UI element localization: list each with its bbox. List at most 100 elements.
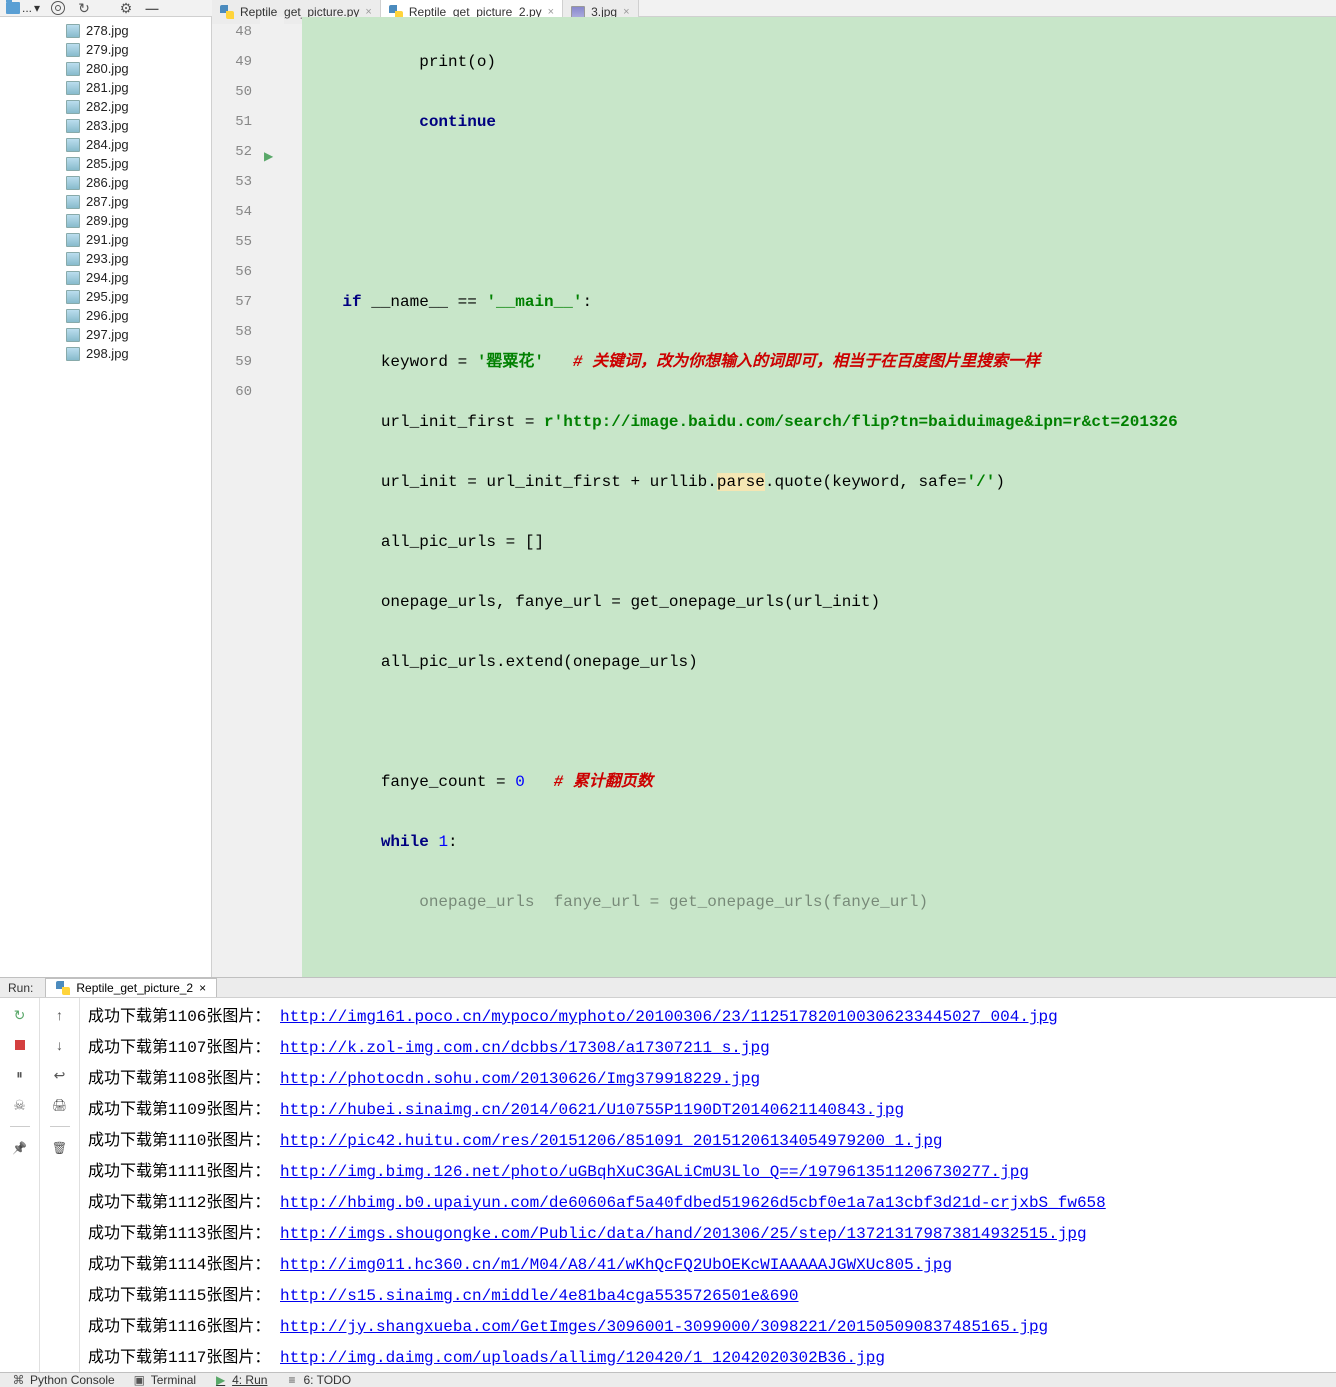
file-item[interactable]: 294.jpg — [0, 268, 211, 287]
console-line: 成功下载第1111张图片： http://img.bimg.126.net/ph… — [88, 1157, 1328, 1188]
console-link[interactable]: http://k.zol-img.com.cn/dcbbs/17308/a173… — [280, 1039, 770, 1057]
scroll-down-button[interactable] — [51, 1036, 69, 1054]
exit-button[interactable] — [11, 1096, 29, 1114]
fold-column[interactable] — [284, 17, 302, 977]
gear-icon[interactable] — [118, 0, 134, 16]
file-item[interactable]: 283.jpg — [0, 116, 211, 135]
file-name: 294.jpg — [86, 270, 129, 285]
image-file-icon — [66, 271, 80, 285]
project-tree[interactable]: 278.jpg 279.jpg 280.jpg 281.jpg282.jpg283.j… — [0, 17, 212, 977]
console-link[interactable]: http://hubei.sinaimg.cn/2014/0621/U10755… — [280, 1101, 904, 1119]
file-name: 280.jpg — [86, 61, 129, 76]
console-line: 成功下载第1117张图片： http://img.daimg.com/uploa… — [88, 1343, 1328, 1374]
rerun-button[interactable]: ↻ — [11, 1006, 29, 1024]
selector-label: ... — [22, 1, 32, 15]
file-item[interactable]: 289.jpg — [0, 211, 211, 230]
console-line: 成功下载第1113张图片： http://imgs.shougongke.com… — [88, 1219, 1328, 1250]
file-item[interactable]: 284.jpg — [0, 135, 211, 154]
file-item[interactable]: 285.jpg — [0, 154, 211, 173]
run-config-tab[interactable]: Reptile_get_picture_2 × — [45, 978, 217, 997]
file-item[interactable]: 279.jpg — [0, 40, 211, 59]
line-gutter: 48495051525354555657585960 — [212, 17, 260, 977]
image-file-icon — [66, 214, 80, 228]
separator — [10, 1126, 30, 1127]
file-item[interactable]: 287.jpg — [0, 192, 211, 211]
clear-button[interactable] — [51, 1139, 69, 1157]
file-item[interactable]: 281.jpg — [0, 78, 211, 97]
project-selector[interactable]: ... ▾ — [6, 1, 40, 15]
image-file-icon — [66, 62, 80, 76]
python-icon — [220, 5, 234, 19]
file-name: 297.jpg — [86, 327, 129, 342]
collapse-icon[interactable] — [144, 0, 160, 16]
file-item[interactable]: 278.jpg — [0, 21, 211, 40]
pin-button[interactable] — [11, 1139, 29, 1157]
console-link[interactable]: http://img161.poco.cn/mypoco/myphoto/201… — [280, 1008, 1058, 1026]
file-name: 287.jpg — [86, 194, 129, 209]
image-file-icon — [66, 138, 80, 152]
console-link[interactable]: http://s15.sinaimg.cn/middle/4e81ba4cga5… — [280, 1287, 798, 1305]
image-file-icon — [66, 233, 80, 247]
code-area[interactable]: print(o) continue if __name__ == '__main… — [302, 17, 1336, 977]
console-line: 成功下载第1106张图片： http://img161.poco.cn/mypo… — [88, 1002, 1328, 1033]
console-line: 成功下载第1110张图片： http://pic42.huitu.com/res… — [88, 1126, 1328, 1157]
image-file-icon — [66, 119, 80, 133]
file-item[interactable]: 291.jpg — [0, 230, 211, 249]
file-item[interactable]: 296.jpg — [0, 306, 211, 325]
run-toolbar-right — [40, 998, 80, 1378]
file-item[interactable]: 280.jpg — [0, 59, 211, 78]
file-name: 289.jpg — [86, 213, 129, 228]
folder-icon — [6, 2, 20, 14]
file-item[interactable]: 298.jpg — [0, 344, 211, 363]
image-file-icon — [66, 195, 80, 209]
image-file-icon — [66, 309, 80, 323]
run-gutter-icon[interactable]: ▶ — [264, 141, 273, 171]
image-file-icon — [66, 347, 80, 361]
console-output[interactable]: 成功下载第1106张图片： http://img161.poco.cn/mypo… — [80, 998, 1336, 1378]
console-line: 成功下载第1109张图片： http://hubei.sinaimg.cn/20… — [88, 1095, 1328, 1126]
todo-tab[interactable]: ≡6: TODO — [285, 1373, 351, 1387]
scroll-up-button[interactable] — [51, 1006, 69, 1024]
console-link[interactable]: http://photocdn.sohu.com/20130626/Img379… — [280, 1070, 760, 1088]
image-file-icon — [66, 100, 80, 114]
image-file-icon — [66, 81, 80, 95]
console-link[interactable]: http://hbimg.b0.upaiyun.com/de60606af5a4… — [280, 1194, 1106, 1212]
gutter-icons[interactable]: ▶ — [260, 17, 284, 977]
file-item[interactable]: 297.jpg — [0, 325, 211, 344]
console-link[interactable]: http://pic42.huitu.com/res/20151206/8510… — [280, 1132, 943, 1150]
bottom-toolbar: ⌘Python Console ▣Terminal ▶4: Run ≡6: TO… — [0, 1372, 1336, 1387]
image-file-icon — [66, 252, 80, 266]
console-link[interactable]: http://img011.hc360.cn/m1/M04/A8/41/wKhQ… — [280, 1256, 952, 1274]
stop-button[interactable] — [11, 1036, 29, 1054]
console-link[interactable]: http://imgs.shougongke.com/Public/data/h… — [280, 1225, 1087, 1243]
file-name: 279.jpg — [86, 42, 129, 57]
run-title: Run: — [8, 981, 33, 995]
code-editor[interactable]: 48495051525354555657585960 ▶ print(o) co… — [212, 17, 1336, 977]
close-icon[interactable]: × — [199, 981, 206, 995]
file-name: 293.jpg — [86, 251, 129, 266]
run-toolbar-left: ↻ — [0, 998, 40, 1378]
file-name: 284.jpg — [86, 137, 129, 152]
console-link[interactable]: http://img.bimg.126.net/photo/uGBqhXuC3G… — [280, 1163, 1029, 1181]
terminal-tab[interactable]: ▣Terminal — [133, 1373, 196, 1387]
file-item[interactable]: 286.jpg — [0, 173, 211, 192]
image-file-icon — [66, 43, 80, 57]
run-tab-label: Reptile_get_picture_2 — [76, 981, 193, 995]
target-icon[interactable] — [50, 0, 66, 16]
image-file-icon — [66, 176, 80, 190]
file-item[interactable]: 282.jpg — [0, 97, 211, 116]
run-tab[interactable]: ▶4: Run — [214, 1373, 267, 1387]
console-link[interactable]: http://jy.shangxueba.com/GetImges/309600… — [280, 1318, 1048, 1336]
refresh-icon[interactable] — [76, 0, 92, 16]
file-name: 286.jpg — [86, 175, 129, 190]
console-link[interactable]: http://img.daimg.com/uploads/allimg/1204… — [280, 1349, 885, 1367]
file-item[interactable]: 293.jpg — [0, 249, 211, 268]
pause-button[interactable] — [11, 1066, 29, 1084]
file-item[interactable]: 295.jpg — [0, 287, 211, 306]
python-console-tab[interactable]: ⌘Python Console — [12, 1373, 115, 1387]
image-file-icon — [66, 157, 80, 171]
wrap-button[interactable] — [51, 1066, 69, 1084]
print-button[interactable] — [51, 1096, 69, 1114]
file-name: 291.jpg — [86, 232, 129, 247]
file-name: 298.jpg — [86, 346, 129, 361]
